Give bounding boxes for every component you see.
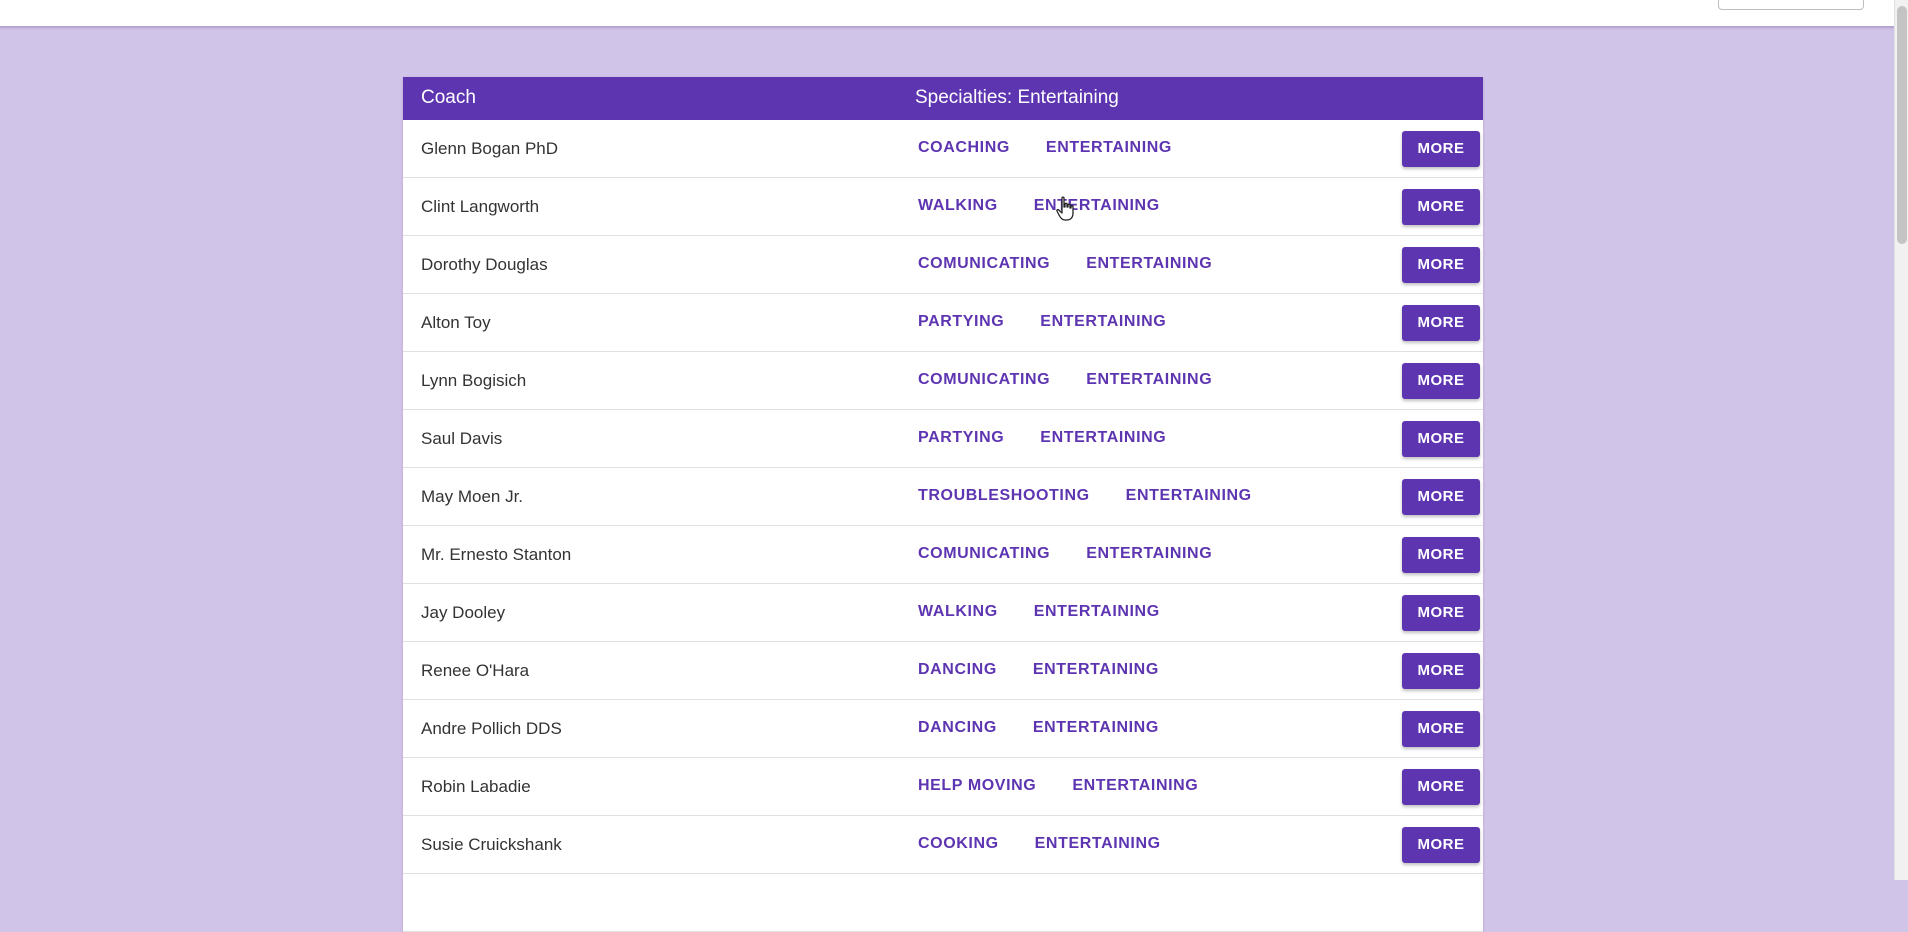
table-row: Clint Langworth WALKING ENTERTAINING MORE xyxy=(403,178,1483,236)
specialty-tag[interactable]: ENTERTAINING xyxy=(1034,603,1160,621)
more-button[interactable]: MORE xyxy=(1402,247,1480,283)
specialty-tag[interactable]: TROUBLESHOOTING xyxy=(918,487,1090,505)
top-bar-button[interactable] xyxy=(1718,0,1864,10)
coach-name: Saul Davis xyxy=(421,429,503,448)
table-row: Susie Cruickshank COOKING ENTERTAINING MORE xyxy=(403,816,1483,874)
table-row: Glenn Bogan PhD COACHING ENTERTAINING MORE xyxy=(403,120,1483,178)
specialty-tag[interactable]: WALKING xyxy=(918,603,998,621)
specialty-tag[interactable]: ENTERTAINING xyxy=(1086,255,1212,273)
specialty-tag[interactable]: ENTERTAINING xyxy=(1034,197,1160,215)
specialty-tag[interactable]: COMUNICATING xyxy=(918,545,1050,563)
more-button[interactable]: MORE xyxy=(1402,479,1480,515)
specialty-tag[interactable]: ENTERTAINING xyxy=(1040,429,1166,447)
coach-name: Andre Pollich DDS xyxy=(421,719,562,738)
coach-name: Clint Langworth xyxy=(421,197,540,216)
specialty-tag[interactable]: HELP MOVING xyxy=(918,777,1036,795)
specialty-tag[interactable]: ENTERTAINING xyxy=(1086,371,1212,389)
specialty-tag[interactable]: ENTERTAINING xyxy=(1033,661,1159,679)
table-row: Jay Dooley WALKING ENTERTAINING MORE xyxy=(403,584,1483,642)
coach-column-header: Coach xyxy=(421,87,476,108)
coach-name: Renee O'Hara xyxy=(421,661,530,680)
specialty-tag[interactable]: COOKING xyxy=(918,835,999,853)
table-row: Dorothy Douglas COMUNICATING ENTERTAINING M… xyxy=(403,236,1483,294)
specialty-tag[interactable]: ENTERTAINING xyxy=(1033,719,1159,737)
coach-name: Mr. Ernesto Stanton xyxy=(421,545,572,564)
coach-name: Alton Toy xyxy=(421,313,491,332)
coach-table: Coach Specialties: Entertaining Glenn Bo… xyxy=(403,77,1483,932)
more-button[interactable]: MORE xyxy=(1402,363,1480,399)
specialty-tags: COOKING ENTERTAINING xyxy=(918,835,1161,853)
specialty-tags: HELP MOVING ENTERTAINING xyxy=(918,777,1198,795)
table-row: Robin Labadie HELP MOVING ENTERTAINING MORE xyxy=(403,758,1483,816)
more-button[interactable]: MORE xyxy=(1402,189,1480,225)
more-button[interactable]: MORE xyxy=(1402,595,1480,631)
specialties-column-header: Specialties: Entertaining xyxy=(915,87,1119,108)
specialty-tags: TROUBLESHOOTING ENTERTAINING xyxy=(918,487,1252,505)
more-button[interactable]: MORE xyxy=(1402,131,1480,167)
specialty-tag[interactable]: COACHING xyxy=(918,139,1010,157)
specialty-tags: WALKING ENTERTAINING xyxy=(918,603,1160,621)
scrollbar-thumb[interactable] xyxy=(1897,6,1907,244)
more-button[interactable]: MORE xyxy=(1402,653,1480,689)
table-row: Mr. Ernesto Stanton COMUNICATING ENTERTAIN… xyxy=(403,526,1483,584)
coach-name: Dorothy Douglas xyxy=(421,255,548,274)
page-scrollbar[interactable] xyxy=(1894,0,1908,880)
specialty-tags: COACHING ENTERTAINING xyxy=(918,139,1172,157)
specialty-tag[interactable]: COMUNICATING xyxy=(918,255,1050,273)
coach-name: Glenn Bogan PhD xyxy=(421,139,559,158)
specialty-tags: COMUNICATING ENTERTAINING xyxy=(918,545,1212,563)
specialty-tags: COMUNICATING ENTERTAINING xyxy=(918,371,1212,389)
specialty-tag[interactable]: ENTERTAINING xyxy=(1072,777,1198,795)
table-row: Lynn Bogisich COMUNICATING ENTERTAINING MOR… xyxy=(403,352,1483,410)
specialty-tags: PARTYING ENTERTAINING xyxy=(918,429,1166,447)
table-row: Saul Davis PARTYING ENTERTAINING MORE xyxy=(403,410,1483,468)
coach-name: Robin Labadie xyxy=(421,777,531,796)
table-row: May Moen Jr. TROUBLESHOOTING ENTERTAINING M… xyxy=(403,468,1483,526)
more-button[interactable]: MORE xyxy=(1402,769,1480,805)
specialty-tags: DANCING ENTERTAINING xyxy=(918,661,1159,679)
table-header: Coach Specialties: Entertaining xyxy=(403,77,1483,120)
specialty-tag[interactable]: DANCING xyxy=(918,719,997,737)
specialty-tag[interactable]: PARTYING xyxy=(918,313,1004,331)
specialty-tag[interactable]: ENTERTAINING xyxy=(1046,139,1172,157)
more-button[interactable]: MORE xyxy=(1402,421,1480,457)
more-button[interactable]: MORE xyxy=(1402,827,1480,863)
specialty-tag[interactable]: ENTERTAINING xyxy=(1040,313,1166,331)
hand-pointer-cursor-icon xyxy=(1056,196,1074,221)
table-row: Andre Pollich DDS DANCING ENTERTAINING MORE xyxy=(403,700,1483,758)
coach-name: Lynn Bogisich xyxy=(421,371,527,390)
specialty-tag[interactable]: ENTERTAINING xyxy=(1035,835,1161,853)
specialty-tags: PARTYING ENTERTAINING xyxy=(918,313,1166,331)
specialty-tag[interactable]: WALKING xyxy=(918,197,998,215)
more-button[interactable]: MORE xyxy=(1402,537,1480,573)
table-row xyxy=(403,874,1483,932)
specialty-tags: COMUNICATING ENTERTAINING xyxy=(918,255,1212,273)
specialty-tags: DANCING ENTERTAINING xyxy=(918,719,1159,737)
coach-name: Susie Cruickshank xyxy=(421,835,562,854)
table-row: Renee O'Hara DANCING ENTERTAINING MORE xyxy=(403,642,1483,700)
specialty-tag[interactable]: DANCING xyxy=(918,661,997,679)
table-row: Alton Toy PARTYING ENTERTAINING MORE xyxy=(403,294,1483,352)
more-button[interactable]: MORE xyxy=(1402,711,1480,747)
more-button[interactable]: MORE xyxy=(1402,305,1480,341)
specialty-tag[interactable]: COMUNICATING xyxy=(918,371,1050,389)
specialty-tag[interactable]: PARTYING xyxy=(918,429,1004,447)
coach-name: Jay Dooley xyxy=(421,603,506,622)
top-app-bar xyxy=(0,0,1894,28)
table-body: Glenn Bogan PhD COACHING ENTERTAINING MORE C… xyxy=(403,120,1483,932)
coach-name: May Moen Jr. xyxy=(421,487,524,506)
specialty-tags: WALKING ENTERTAINING xyxy=(918,197,1160,215)
specialty-tag[interactable]: ENTERTAINING xyxy=(1126,487,1252,505)
specialty-tag[interactable]: ENTERTAINING xyxy=(1086,545,1212,563)
